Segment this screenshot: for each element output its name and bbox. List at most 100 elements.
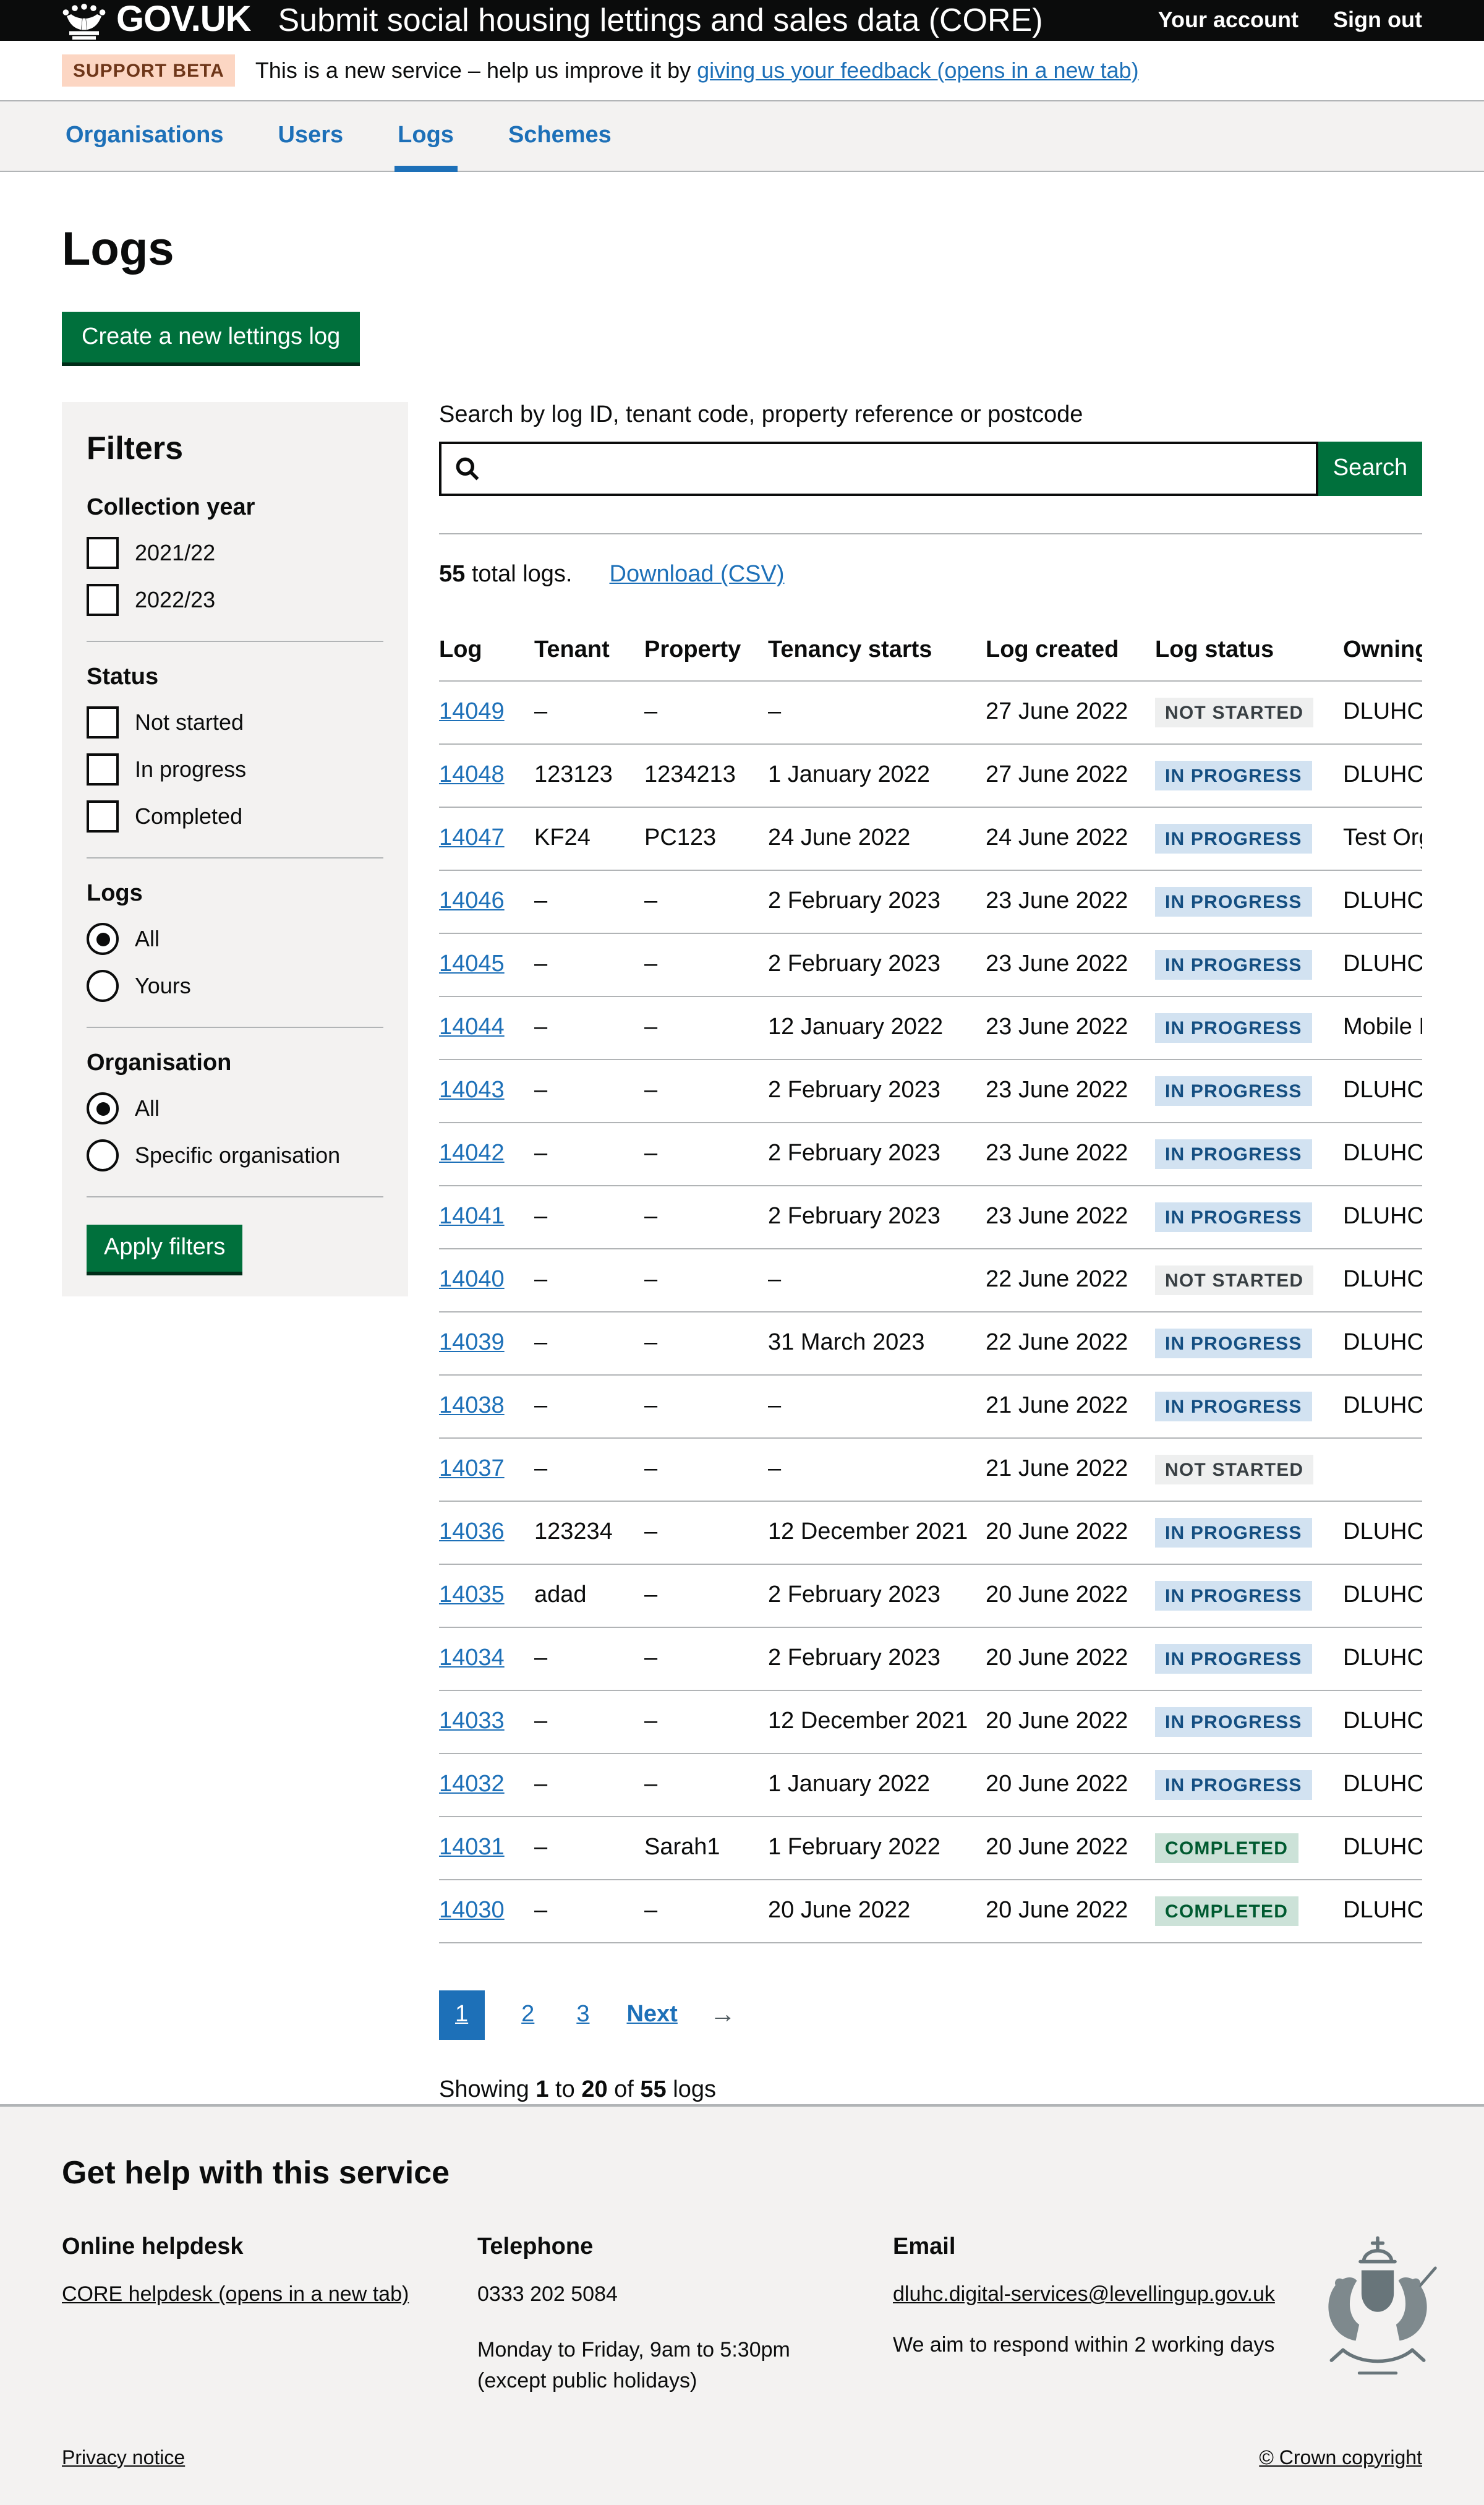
checkbox-2021-22[interactable]: 2021/22	[87, 537, 383, 569]
pagination-next[interactable]: Next	[626, 2002, 677, 2029]
search-label: Search by log ID, tenant code, property …	[439, 402, 1422, 429]
cell-tenancy-starts: 12 January 2022	[768, 1014, 943, 1040]
log-id-link[interactable]: 14043	[439, 1077, 505, 1103]
apply-filters-button[interactable]: Apply filters	[87, 1225, 242, 1272]
checkbox-box[interactable]	[87, 753, 119, 786]
log-id-link[interactable]: 14041	[439, 1204, 505, 1230]
cell-log-created: 20 June 2022	[986, 1708, 1128, 1734]
table-row: 14032––1 January 202220 June 2022In prog…	[439, 1753, 1422, 1817]
showing-summary: Showing 1 to 20 of 55 logs	[439, 2077, 1422, 2104]
radio-organisation-specific[interactable]: Specific organisation	[87, 1139, 383, 1171]
checkbox-box[interactable]	[87, 537, 119, 569]
pagination-page-2[interactable]: 2	[516, 1990, 539, 2040]
radio-logs-yours[interactable]: Yours	[87, 970, 383, 1002]
email-link[interactable]: dluhc.digital-services@levellingup.gov.u…	[893, 2282, 1275, 2306]
filters-heading: Filters	[87, 429, 383, 468]
your-account-link[interactable]: Your account	[1158, 7, 1298, 33]
radio-organisation-all[interactable]: All	[87, 1092, 383, 1124]
search-button[interactable]: Search	[1318, 442, 1422, 496]
cell-property: –	[644, 1077, 657, 1103]
cell-log-created: 20 June 2022	[986, 1645, 1128, 1671]
status-badge: In progress	[1155, 761, 1312, 790]
checkbox-2022-23[interactable]: 2022/23	[87, 584, 383, 616]
pagination-page-3[interactable]: 3	[571, 1990, 594, 2040]
table-row: 14041––2 February 202323 June 2022In pro…	[439, 1186, 1422, 1249]
col-header-tenancy-starts: Tenancy starts	[768, 621, 986, 681]
cell-property: –	[644, 1456, 657, 1482]
cell-log-created: 20 June 2022	[986, 1582, 1128, 1608]
create-lettings-log-button[interactable]: Create a new lettings log	[62, 312, 360, 362]
radio-logs-all[interactable]: All	[87, 923, 383, 955]
search-input[interactable]	[491, 445, 1316, 492]
cell-tenant: –	[534, 1898, 547, 1924]
cell-tenancy-starts: 2 February 2023	[768, 1645, 940, 1671]
checkbox-box[interactable]	[87, 584, 119, 616]
log-id-link[interactable]: 14039	[439, 1330, 505, 1356]
cell-property: –	[644, 1645, 657, 1671]
cell-tenant: –	[534, 1771, 547, 1797]
status-badge: Not started	[1155, 698, 1313, 727]
cell-owning-org: DLUHC Tes	[1343, 1077, 1422, 1103]
cell-owning-org: DLUHC Tes	[1343, 1771, 1422, 1797]
log-id-link[interactable]: 14034	[439, 1645, 505, 1671]
status-badge: In progress	[1155, 1581, 1312, 1611]
nav-item-organisations[interactable]: Organisations	[62, 101, 228, 172]
status-badge: In progress	[1155, 824, 1312, 854]
cell-log-created: 23 June 2022	[986, 888, 1128, 914]
radio-circle[interactable]	[87, 923, 119, 955]
showing-to: 20	[581, 2077, 607, 2103]
checkbox-completed[interactable]: Completed	[87, 800, 383, 833]
radio-circle[interactable]	[87, 970, 119, 1002]
log-id-link[interactable]: 14030	[439, 1898, 505, 1924]
log-id-link[interactable]: 14040	[439, 1267, 505, 1293]
log-id-link[interactable]: 14033	[439, 1708, 505, 1734]
pagination-page-1[interactable]: 1	[439, 1990, 484, 2040]
nav-item-logs[interactable]: Logs	[394, 101, 458, 172]
log-id-link[interactable]: 14042	[439, 1141, 505, 1167]
table-row: 14031–Sarah11 February 202220 June 2022C…	[439, 1817, 1422, 1880]
log-id-link[interactable]: 14046	[439, 888, 505, 914]
cell-property: –	[644, 1708, 657, 1734]
filter-group-label: Organisation	[87, 1050, 383, 1077]
checkbox-box[interactable]	[87, 800, 119, 833]
service-name-link[interactable]: Submit social housing lettings and sales…	[278, 1, 1043, 40]
log-id-link[interactable]: 14048	[439, 762, 505, 788]
radio-circle[interactable]	[87, 1139, 119, 1171]
table-row: 14039––31 March 202322 June 2022In progr…	[439, 1312, 1422, 1375]
log-id-link[interactable]: 14044	[439, 1014, 505, 1040]
radio-circle[interactable]	[87, 1092, 119, 1124]
primary-navigation: Organisations Users Logs Schemes	[0, 101, 1484, 172]
log-id-link[interactable]: 14032	[439, 1771, 505, 1797]
govuk-logotype[interactable]: GOV.UK	[116, 0, 251, 41]
log-id-link[interactable]: 14045	[439, 951, 505, 977]
nav-item-schemes[interactable]: Schemes	[505, 101, 615, 172]
cell-tenant: –	[534, 1267, 547, 1293]
checkbox-box[interactable]	[87, 706, 119, 739]
log-id-link[interactable]: 14049	[439, 699, 505, 725]
log-id-link[interactable]: 14047	[439, 825, 505, 851]
log-id-link[interactable]: 14037	[439, 1456, 505, 1482]
cell-owning-org: Test Organ	[1343, 825, 1422, 851]
nav-item-users[interactable]: Users	[275, 101, 348, 172]
status-badge: In progress	[1155, 1392, 1312, 1421]
log-id-link[interactable]: 14038	[439, 1393, 505, 1419]
status-badge: In progress	[1155, 1518, 1312, 1548]
download-csv-link[interactable]: Download (CSV)	[610, 562, 785, 588]
log-id-link[interactable]: 14036	[439, 1519, 505, 1545]
sign-out-link[interactable]: Sign out	[1333, 7, 1422, 33]
cell-log-created: 22 June 2022	[986, 1330, 1128, 1356]
checkbox-in-progress[interactable]: In progress	[87, 753, 383, 786]
table-row: 14043––2 February 202323 June 2022In pro…	[439, 1060, 1422, 1123]
core-helpdesk-link[interactable]: CORE helpdesk (opens in a new tab)	[62, 2282, 409, 2306]
table-row: 14047KF24PC12324 June 202224 June 2022In…	[439, 807, 1422, 870]
feedback-link[interactable]: giving us your feedback (opens in a new …	[697, 58, 1138, 82]
cell-owning-org: DLUHC Tes	[1343, 1519, 1422, 1545]
telephone-hours: Monday to Friday, 9am to 5:30pm	[477, 2337, 861, 2365]
log-id-link[interactable]: 14031	[439, 1835, 505, 1861]
filters-panel: Filters Collection year 2021/22 2022/23	[62, 402, 408, 1296]
cell-tenant: –	[534, 1014, 547, 1040]
checkbox-not-started[interactable]: Not started	[87, 706, 383, 739]
table-row: 1404812312312342131 January 202227 June …	[439, 744, 1422, 807]
col-header-log: Log	[439, 621, 534, 681]
log-id-link[interactable]: 14035	[439, 1582, 505, 1608]
